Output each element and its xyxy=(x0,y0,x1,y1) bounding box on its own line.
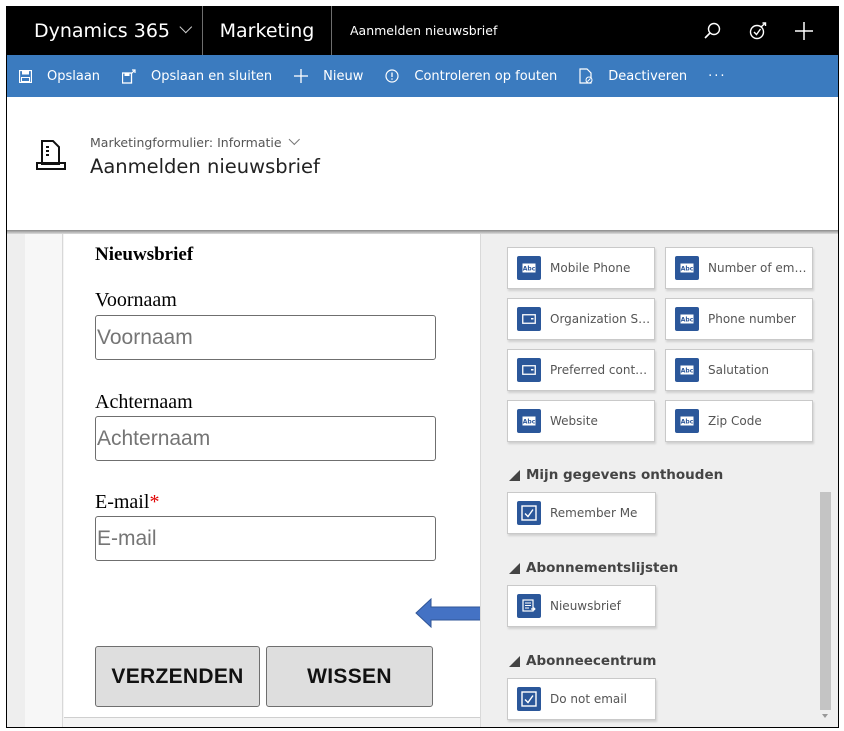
info-icon xyxy=(384,68,400,84)
field-tile-salutation[interactable]: Abc Salutation xyxy=(665,349,813,391)
deactivate-icon xyxy=(578,68,594,84)
left-gutter-inner xyxy=(25,234,63,727)
checkbox-icon xyxy=(517,501,541,525)
save-button[interactable]: Opslaan xyxy=(17,68,100,84)
checkbox-icon xyxy=(517,687,541,711)
required-marker: * xyxy=(149,491,160,513)
marketing-form-icon xyxy=(35,138,69,176)
more-commands-button[interactable]: ··· xyxy=(708,69,726,84)
svg-text:Abc: Abc xyxy=(681,317,694,324)
dropdown-field-icon xyxy=(517,307,541,331)
toolbox-scrollbar-thumb[interactable] xyxy=(820,492,831,710)
email-label-text: E-mail xyxy=(95,491,150,513)
save-close-icon xyxy=(121,68,137,84)
section-remember-me[interactable]: Mijn gegevens onthouden xyxy=(509,467,723,483)
svg-text:Abc: Abc xyxy=(681,368,694,375)
deactivate-button[interactable]: Deactiveren xyxy=(578,68,687,84)
scroll-down-icon[interactable] xyxy=(822,714,828,718)
field-tile-organization-size[interactable]: Organization Size xyxy=(507,298,655,340)
new-label: Nieuw xyxy=(323,68,364,84)
brand-label: Dynamics 365 xyxy=(34,19,170,42)
form-heading: Nieuwsbrief xyxy=(95,244,194,265)
top-nav-actions xyxy=(689,6,838,55)
save-and-close-label: Opslaan en sluiten xyxy=(151,68,273,84)
field-tile-mobile-phone[interactable]: Abc Mobile Phone xyxy=(507,247,655,289)
submit-button[interactable]: VERZENDEN xyxy=(95,646,260,707)
command-bar: Opslaan Opslaan en sluiten Nieuw Control… xyxy=(7,55,838,97)
collapse-triangle-icon xyxy=(509,469,520,481)
text-field-icon: Abc xyxy=(675,409,699,433)
chevron-down-icon xyxy=(288,133,300,145)
record-title: Aanmelden nieuwsbrief xyxy=(350,23,498,38)
email-input[interactable]: E-mail xyxy=(95,516,436,561)
svg-text:Abc: Abc xyxy=(681,266,694,273)
form-selector-label: Marketingformulier: Informatie xyxy=(90,135,282,150)
dropdown-field-icon xyxy=(517,358,541,382)
field-tile-preferred-contact[interactable]: Preferred contact ... xyxy=(507,349,655,391)
email-label: E-mail* xyxy=(95,491,159,514)
check-for-errors-button[interactable]: Controleren op fouten xyxy=(384,68,557,84)
save-label: Opslaan xyxy=(47,68,101,84)
form-designer: Nieuwsbrief Voornaam Voornaam Achternaam… xyxy=(7,234,838,727)
top-navigation-bar: Dynamics 365 Marketing Aanmelden nieuwsb… xyxy=(7,6,838,55)
svg-text:Abc: Abc xyxy=(523,419,536,426)
section-subscription-lists[interactable]: Abonnementslijsten xyxy=(509,560,678,576)
record-header: Marketingformulier: Informatie Aanmelden… xyxy=(7,97,838,230)
text-field-icon: Abc xyxy=(517,256,541,280)
svg-text:Abc: Abc xyxy=(681,419,694,426)
assistant-icon[interactable] xyxy=(735,6,781,55)
field-tile-remember-me[interactable]: Remember Me xyxy=(507,492,656,534)
field-tile-zip-code[interactable]: Abc Zip Code xyxy=(665,400,813,442)
subscription-list-icon xyxy=(517,594,541,618)
left-gutter xyxy=(7,234,25,727)
collapse-triangle-icon xyxy=(509,655,520,667)
check-for-errors-label: Controleren op fouten xyxy=(414,68,558,84)
text-field-icon: Abc xyxy=(675,256,699,280)
search-icon[interactable] xyxy=(689,6,735,55)
field-tile-do-not-email[interactable]: Do not email xyxy=(507,678,656,720)
add-icon[interactable] xyxy=(781,6,827,55)
text-field-icon: Abc xyxy=(675,307,699,331)
save-and-close-button[interactable]: Opslaan en sluiten xyxy=(121,68,272,84)
new-button[interactable]: Nieuw xyxy=(293,68,363,84)
chevron-down-icon xyxy=(179,20,193,34)
collapse-triangle-icon xyxy=(509,562,520,574)
app-name[interactable]: Marketing xyxy=(203,6,332,55)
field-tile-newsletter[interactable]: Nieuwsbrief xyxy=(507,585,656,627)
toolbox-panel: Abc Mobile Phone Abc Number of emplo... … xyxy=(480,234,820,727)
toolbox-scrollbar[interactable] xyxy=(820,234,838,727)
text-field-icon: Abc xyxy=(675,358,699,382)
app-window: Dynamics 365 Marketing Aanmelden nieuwsb… xyxy=(6,6,839,728)
field-tile-number-of-employees[interactable]: Abc Number of emplo... xyxy=(665,247,813,289)
last-name-input[interactable]: Achternaam xyxy=(95,416,436,461)
field-tile-website[interactable]: Abc Website xyxy=(507,400,655,442)
section-subscription-center[interactable]: Abonneecentrum xyxy=(509,653,656,669)
reset-button[interactable]: WISSEN xyxy=(266,646,433,707)
form-selector[interactable]: Marketingformulier: Informatie xyxy=(90,133,300,150)
text-field-icon: Abc xyxy=(517,409,541,433)
first-name-label: Voornaam xyxy=(95,289,177,311)
form-canvas: Nieuwsbrief Voornaam Voornaam Achternaam… xyxy=(64,234,536,718)
deactivate-label: Deactiveren xyxy=(608,68,688,84)
app-switcher[interactable]: Dynamics 365 xyxy=(7,6,203,55)
plus-icon xyxy=(293,68,309,84)
last-name-label: Achternaam xyxy=(95,391,193,413)
page-title: Aanmelden nieuwsbrief xyxy=(90,155,320,178)
first-name-input[interactable]: Voornaam xyxy=(95,315,436,360)
save-icon xyxy=(17,68,33,84)
svg-text:Abc: Abc xyxy=(523,266,536,273)
field-tile-phone-number[interactable]: Abc Phone number xyxy=(665,298,813,340)
